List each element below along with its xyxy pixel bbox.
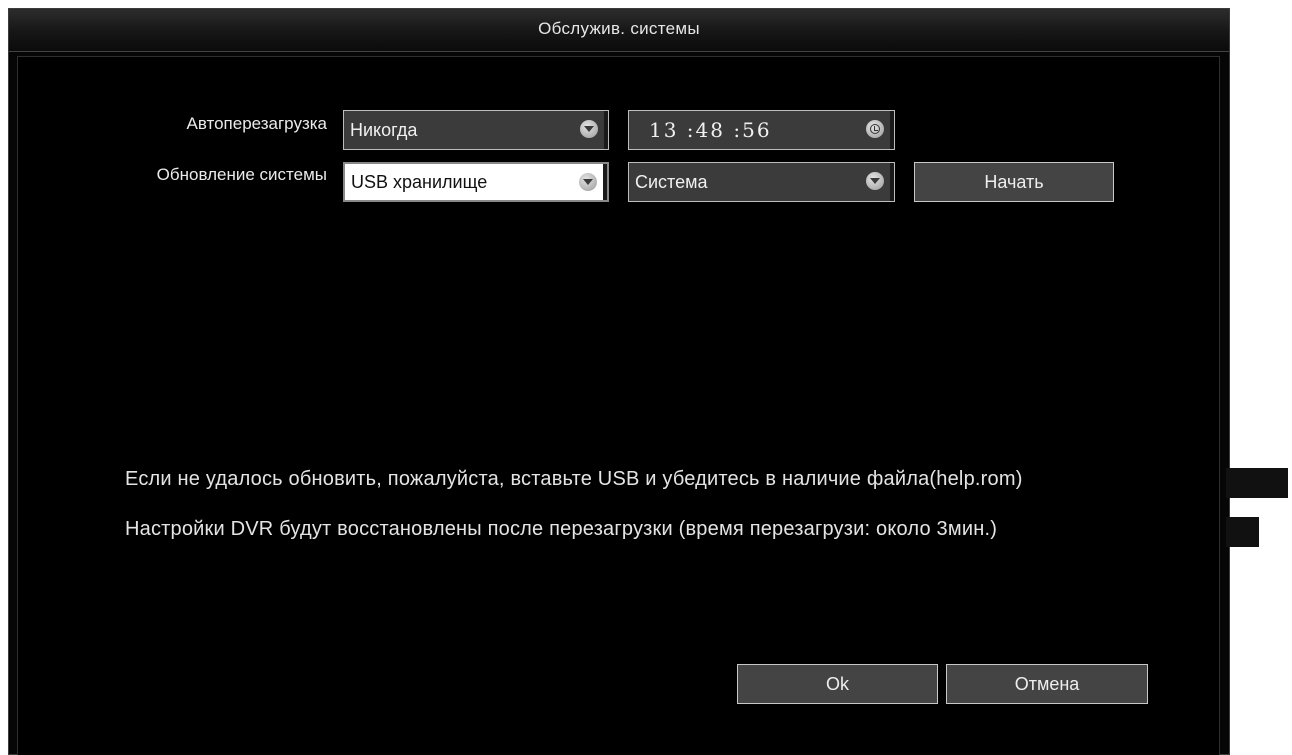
update-source-select[interactable]: USB хранилище [343,162,609,202]
chevron-down-icon[interactable] [580,120,598,138]
select-edge [890,163,894,201]
system-update-label: Обновление системы [156,165,327,184]
update-hint-text: Если не удалось обновить, пожалуйста, вс… [125,468,1023,490]
chevron-down-icon[interactable] [579,173,597,191]
chevron-down-icon[interactable] [866,172,884,190]
start-update-button[interactable]: Начать [914,162,1114,202]
reboot-hint-text: Настройки DVR будут восстановлены после … [125,518,998,540]
update-source-value: USB хранилище [351,172,488,192]
auto-reboot-time-value: 13 :48 :56 [649,118,772,142]
auto-reboot-time-field[interactable]: 13 :48 :56 [628,110,895,150]
dialog-content-panel [17,56,1220,755]
dialog-title: Обслужив. системы [9,9,1229,52]
ok-button[interactable]: Ok [737,664,938,704]
select-edge [604,111,608,149]
update-target-select[interactable]: Система [628,162,895,202]
auto-reboot-label: Автоперезагрузка [186,114,327,133]
auto-reboot-value: Никогда [350,120,418,140]
select-edge [603,164,607,200]
select-edge [890,111,894,149]
cancel-button[interactable]: Отмена [946,664,1148,704]
clock-icon[interactable] [866,120,884,138]
update-target-value: Система [635,172,708,192]
text-overflow-bg [1226,468,1288,498]
auto-reboot-select[interactable]: Никогда [343,110,609,150]
text-overflow-bg [1226,517,1259,547]
